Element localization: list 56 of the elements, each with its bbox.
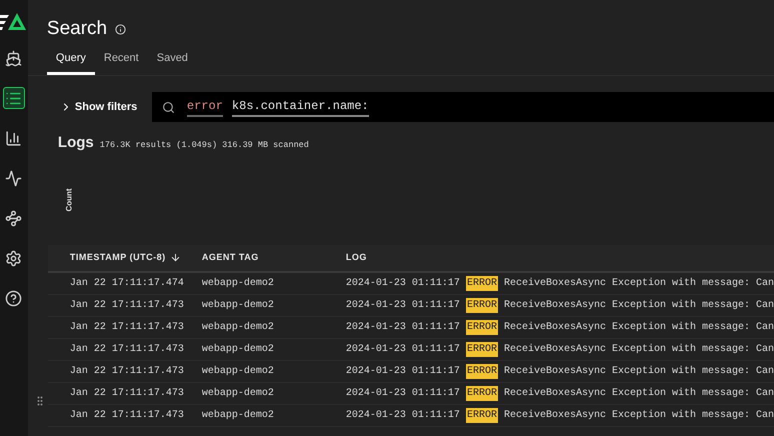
agent-tag-text: webapp-demo2 (202, 386, 274, 400)
agent-tag-text: webapp-demo2 (202, 320, 274, 334)
search-field[interactable]: error k8s.container.name: (152, 92, 774, 122)
timestamp-text: Jan 22 17:11:17.473 (70, 298, 184, 312)
timestamp-text: Jan 22 17:11:17.473 (70, 364, 184, 378)
log-time-text: 2024-01-23 01:11:17 (346, 320, 460, 334)
log-level-label: ERROR (466, 408, 498, 422)
log-level-label: ERROR (466, 386, 498, 400)
tab[interactable]: Saved (148, 45, 197, 75)
log-row[interactable]: Jan 22 17:11:17.473 webapp-demo2 2024-01-23 01:11:17 ERROR ReceiveBoxesAsync Exception with message: Can (48, 294, 774, 316)
log-message-text: ReceiveBoxesAsync Exception with message: Can (504, 364, 774, 378)
timestamp-text: Jan 22 17:11:17.473 (70, 386, 184, 400)
column-header[interactable]: TIMESTAMP (UTC-8) (70, 250, 181, 264)
log-time-text: 2024-01-23 01:11:17 (346, 276, 460, 290)
log-row[interactable]: Jan 22 17:11:17.473 webapp-demo2 2024-01-23 01:11:17 ERROR ReceiveBoxesAsync Exception with message: Can (48, 404, 774, 426)
log-level-label: ERROR (466, 276, 498, 290)
axis-label: Count (63, 188, 74, 212)
query-token: error (186, 97, 223, 117)
results-summary: 176.3K results (1.049s) 316.39 MB scanned (100, 139, 309, 152)
log-level-label: ERROR (466, 320, 498, 334)
logs-title: Logs (58, 133, 94, 153)
agent-tag-text: webapp-demo2 (202, 408, 274, 422)
log-row[interactable]: Jan 22 17:11:17.473 webapp-demo2 2024-01-23 01:11:17 ERROR ReceiveBoxesAsync Exception with message: Can (48, 316, 774, 338)
log-row[interactable]: Jan 22 17:11:17.474 webapp-demo2 2024-01-23 01:11:17 ERROR ReceiveBoxesAsync Exception with message: Can (48, 272, 774, 294)
timestamp-text: Jan 22 17:11:17.473 (70, 320, 184, 334)
log-message-text: ReceiveBoxesAsync Exception with message: Can (504, 342, 774, 356)
timestamp-text: Jan 22 17:11:17.473 (70, 342, 184, 356)
log-row[interactable]: Jan 22 17:11:17.473 webapp-demo2 2024-01-23 01:11:17 ERROR ReceiveBoxesAsync Exception with message: Can (48, 360, 774, 382)
timestamp-text: Jan 22 17:11:17.474 (70, 276, 184, 290)
log-row[interactable]: Jan 22 17:11:17.473 webapp-demo2 2024-01-23 01:11:17 ERROR ReceiveBoxesAsync Exception with message: Can (48, 338, 774, 360)
log-time-text: 2024-01-23 01:11:17 (346, 342, 460, 356)
query-token: k8s.container.name: (232, 97, 369, 117)
log-level-label: ERROR (466, 364, 498, 378)
show-filters-toggle[interactable]: Show filters (28, 98, 152, 116)
column-header[interactable]: AGENT TAG (202, 250, 259, 264)
log-message-text: ReceiveBoxesAsync Exception with message: Can (504, 320, 774, 334)
log-message-text: ReceiveBoxesAsync Exception with message: Can (504, 408, 774, 422)
log-time-text: 2024-01-23 01:11:17 (346, 364, 460, 378)
log-row[interactable]: Jan 22 17:11:17.473 webapp-demo2 2024-01-23 01:11:17 ERROR ReceiveBoxesAsync Exception with message: Can (48, 382, 774, 404)
log-time-text: 2024-01-23 01:11:17 (346, 408, 460, 422)
agent-tag-text: webapp-demo2 (202, 276, 274, 290)
agent-tag-text: webapp-demo2 (202, 364, 274, 378)
log-message-text: ReceiveBoxesAsync Exception with message: Can (504, 276, 774, 290)
page-title: Search (46, 17, 108, 42)
log-time-text: 2024-01-23 01:11:17 (346, 386, 460, 400)
log-level-label: ERROR (466, 342, 498, 356)
log-level-label: ERROR (466, 298, 498, 312)
timestamp-text: Jan 22 17:11:17.473 (70, 408, 184, 422)
log-time-text: 2024-01-23 01:11:17 (346, 298, 460, 312)
log-message-text: ReceiveBoxesAsync Exception with message: Can (504, 386, 774, 400)
column-header[interactable]: LOG (346, 250, 367, 264)
tab[interactable]: Query (46, 45, 95, 75)
log-message-text: ReceiveBoxesAsync Exception with message: Can (504, 298, 774, 312)
agent-tag-text: webapp-demo2 (202, 342, 274, 356)
agent-tag-text: webapp-demo2 (202, 298, 274, 312)
tab[interactable]: Recent (94, 45, 148, 75)
